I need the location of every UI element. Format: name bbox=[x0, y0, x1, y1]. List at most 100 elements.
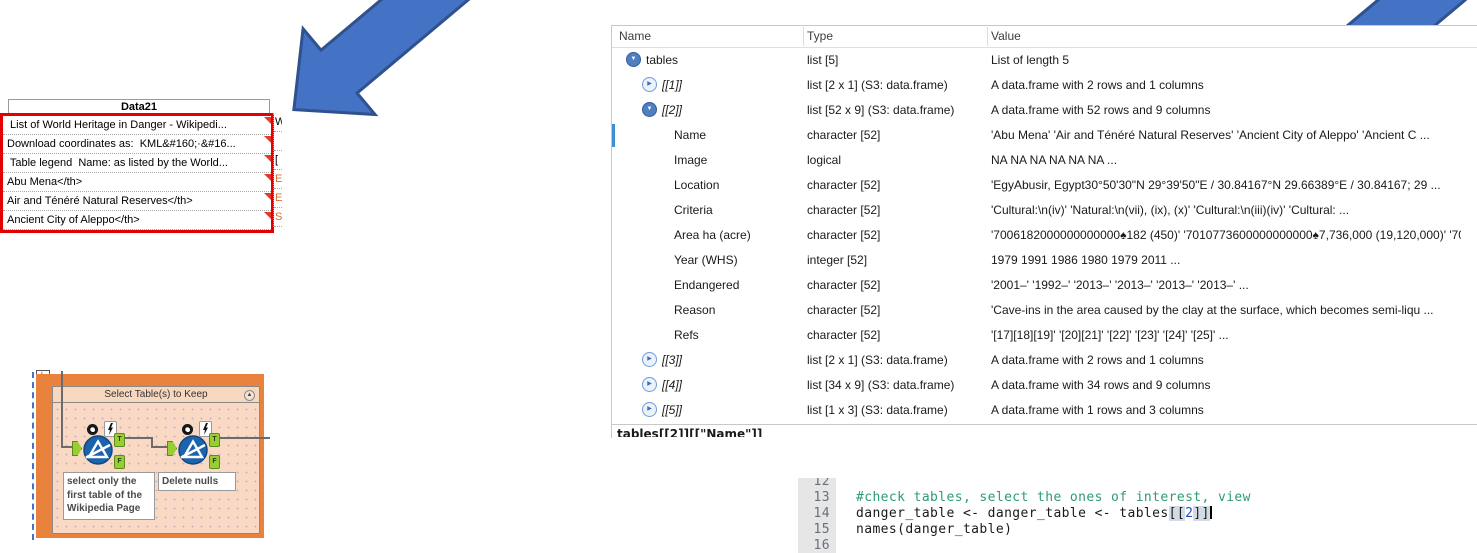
env-item-name: [[3]] bbox=[662, 353, 683, 367]
change-marker bbox=[612, 124, 615, 147]
env-item-name: Reason bbox=[674, 303, 716, 317]
code-segment: danger_table <- danger_table <- tables bbox=[856, 506, 1169, 521]
comment-flag-icon bbox=[0, 190, 3, 198]
env-item-value: '[17][18][19]' '[20][21]' '[22]' '[23]' … bbox=[991, 328, 1229, 342]
env-row[interactable]: Criteria character [52] 'Cultural:\n(iv)' … bbox=[612, 198, 1477, 223]
env-row[interactable]: Year (WHS) integer [52] 1979 1991 1986 198… bbox=[612, 248, 1477, 273]
env-item-type: list [2 x 1] (S3: data.frame) bbox=[807, 78, 948, 92]
filter-tool-icon[interactable] bbox=[83, 435, 113, 465]
env-item-type: integer [52] bbox=[807, 253, 868, 267]
env-item-name: Area ha (acre) bbox=[674, 228, 751, 242]
line-number: 16 bbox=[813, 538, 830, 553]
filter-tool-icon[interactable] bbox=[178, 435, 208, 465]
expand-icon[interactable]: ▶ bbox=[642, 402, 657, 418]
comment-flag-icon bbox=[0, 152, 3, 160]
code-editor-pane[interactable]: 12 13 #check tables, select the ones of in… bbox=[790, 478, 1300, 553]
column-header-value[interactable]: Value bbox=[991, 29, 1021, 43]
env-row[interactable]: ▶ [[5]] list [1 x 3] (S3: data.frame) A dat… bbox=[612, 398, 1477, 423]
collapse-icon[interactable]: ▼ bbox=[642, 102, 657, 118]
expand-icon[interactable]: ▶ bbox=[642, 352, 657, 368]
env-item-type: character [52] bbox=[807, 328, 881, 342]
env-item-name: Name bbox=[674, 128, 707, 142]
code-line[interactable]: 14 danger_table <- danger_table <- tables… bbox=[790, 506, 1300, 522]
tool-annotation[interactable]: Delete nulls bbox=[158, 472, 236, 491]
false-output-anchor[interactable]: F bbox=[209, 455, 220, 469]
env-item-type: character [52] bbox=[807, 178, 881, 192]
expand-icon[interactable]: ▶ bbox=[642, 377, 657, 393]
excel-cell[interactable]: Download coordinates as: KML&#160;·&#16.… bbox=[3, 135, 271, 154]
wire bbox=[61, 371, 63, 448]
env-row[interactable]: Area ha (acre) character [52] '70061820000… bbox=[612, 223, 1477, 248]
false-output-anchor[interactable]: F bbox=[114, 455, 125, 469]
env-item-name: [[1]] bbox=[662, 78, 683, 92]
env-item-name: Criteria bbox=[674, 203, 713, 217]
env-row[interactable]: ▼ tables list [5] List of length 5 bbox=[612, 48, 1477, 73]
env-item-type: list [34 x 9] (S3: data.frame) bbox=[807, 378, 955, 392]
code-line[interactable]: 16 bbox=[790, 538, 1300, 553]
env-row[interactable]: ▼ [[2]] list [52 x 9] (S3: data.frame) A da… bbox=[612, 98, 1477, 123]
env-item-value: 1979 1991 1986 1980 1979 2011 ... bbox=[991, 253, 1181, 267]
env-item-value: List of length 5 bbox=[991, 53, 1070, 67]
env-item-name: [[2]] bbox=[662, 103, 683, 117]
page-root: Data21 List of World Heritage in Danger … bbox=[0, 0, 1477, 553]
env-item-value: A data.frame with 1 rows and 3 columns bbox=[991, 403, 1204, 417]
callout-arrow-icon bbox=[292, 0, 472, 117]
env-row[interactable]: ▶ [[1]] list [2 x 1] (S3: data.frame) A dat… bbox=[612, 73, 1477, 98]
code-line[interactable]: 15 names(danger_table) bbox=[790, 522, 1300, 538]
env-row[interactable]: ▶ [[4]] list [34 x 9] (S3: data.frame) A da… bbox=[612, 373, 1477, 398]
excel-cell[interactable]: Air and Ténéré Natural Reserves</th> bbox=[3, 192, 271, 211]
excel-cell[interactable]: List of World Heritage in Danger - Wikip… bbox=[3, 116, 271, 135]
collapse-icon[interactable]: ▼ bbox=[626, 52, 641, 68]
code-segment: [[ bbox=[1168, 506, 1186, 521]
environment-header-row: Name Type Value bbox=[612, 26, 1477, 48]
env-item-type: list [2 x 1] (S3: data.frame) bbox=[807, 353, 948, 367]
code-line[interactable]: 13 #check tables, select the ones of inte… bbox=[790, 490, 1300, 506]
env-item-value: NA NA NA NA NA NA ... bbox=[991, 153, 1118, 167]
env-rows: ▼ tables list [5] List of length 5 ▶ [[1]] lis… bbox=[612, 48, 1477, 423]
env-item-value: 'Abu Mena' 'Air and Ténéré Natural Reser… bbox=[991, 128, 1430, 142]
env-item-name: Year (WHS) bbox=[674, 253, 738, 267]
excel-cell[interactable]: Abu Mena</th> bbox=[3, 173, 271, 192]
tool-annotation[interactable]: select only the first table of the Wikip… bbox=[63, 472, 155, 520]
env-row[interactable]: Endangered character [52] '2001–' '1992–' … bbox=[612, 273, 1477, 298]
true-output-anchor[interactable]: T bbox=[114, 433, 125, 447]
browse-anywhere-icon[interactable] bbox=[182, 424, 193, 435]
env-row[interactable]: Refs character [52] '[17][18][19]' '[20][2… bbox=[612, 323, 1477, 348]
comment-flag-icon bbox=[264, 136, 271, 143]
browse-anywhere-icon[interactable] bbox=[87, 424, 98, 435]
line-number: 12 bbox=[813, 478, 830, 489]
excel-cell[interactable]: Ancient City of Aleppo</th> bbox=[3, 211, 271, 230]
text-cursor bbox=[1209, 506, 1212, 519]
env-item-type: list [52 x 9] (S3: data.frame) bbox=[807, 103, 955, 117]
true-output-anchor[interactable]: T bbox=[209, 433, 220, 447]
env-item-name: [[4]] bbox=[662, 378, 683, 392]
env-row[interactable]: Reason character [52] 'Cave-ins in the are… bbox=[612, 298, 1477, 323]
column-header-name[interactable]: Name bbox=[619, 29, 651, 43]
column-divider[interactable] bbox=[803, 27, 804, 46]
env-item-value: A data.frame with 52 rows and 9 columns bbox=[991, 103, 1211, 117]
env-row[interactable]: Name character [52] 'Abu Mena' 'Air and Té… bbox=[612, 123, 1477, 148]
expand-icon[interactable]: ▶ bbox=[642, 77, 657, 93]
excel-table: List of World Heritage in Danger - Wikip… bbox=[0, 113, 274, 233]
env-row[interactable]: Image logical NA NA NA NA NA NA ... bbox=[612, 148, 1477, 173]
env-item-value: '7006182000000000000♠182 (450)' '7010773… bbox=[991, 228, 1461, 242]
column-divider[interactable] bbox=[987, 27, 988, 46]
env-item-type: list [1 x 3] (S3: data.frame) bbox=[807, 403, 948, 417]
code-line[interactable]: 12 bbox=[790, 478, 1300, 490]
collapse-button[interactable]: ▲ bbox=[244, 390, 255, 401]
env-row[interactable]: ▶ [[3]] list [2 x 1] (S3: data.frame) A dat… bbox=[612, 348, 1477, 373]
tool-container-titlebar[interactable]: Select Table(s) to Keep ▲ bbox=[52, 386, 260, 403]
comment-flag-icon bbox=[264, 155, 271, 162]
comment-flag-icon bbox=[0, 209, 3, 217]
comment-flag-icon bbox=[0, 133, 3, 141]
env-row[interactable]: Location character [52] 'EgyAbusir, Egypt3… bbox=[612, 173, 1477, 198]
env-item-name: [[5]] bbox=[662, 403, 683, 417]
excel-overflow-text: W bbox=[274, 113, 282, 132]
excel-next-column-clipped: W[EES bbox=[273, 113, 282, 227]
excel-cell[interactable]: Table legend Name: as listed by the Worl… bbox=[3, 154, 271, 173]
env-item-value: 'Cultural:\n(iv)' 'Natural:\n(vii), (ix)… bbox=[991, 203, 1350, 217]
excel-cell-text: Download coordinates as: KML&#160;·&#16.… bbox=[7, 138, 236, 150]
excel-overflow-text: E bbox=[274, 189, 282, 208]
column-header-type[interactable]: Type bbox=[807, 29, 833, 43]
line-number: 13 bbox=[813, 490, 830, 505]
